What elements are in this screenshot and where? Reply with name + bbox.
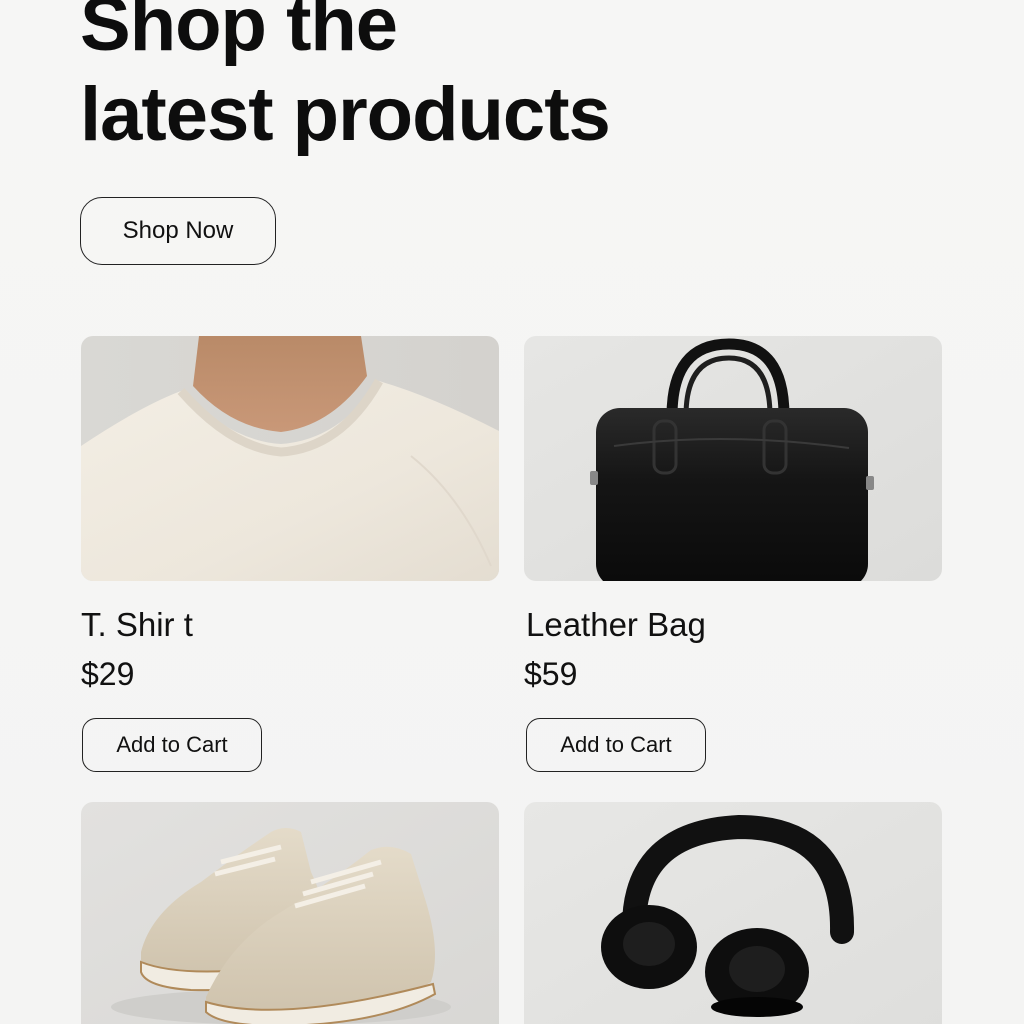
page-title-line-2: latest products [80, 72, 611, 157]
headphones-image[interactable] [524, 802, 942, 1024]
add-to-cart-button[interactable]: Add to Cart [82, 718, 262, 772]
product-name: Leather Bag [526, 606, 706, 643]
leather-bag-image[interactable] [524, 336, 942, 581]
add-to-cart-button[interactable]: Add to Cart [526, 718, 706, 772]
product-name: T. Shir t [81, 606, 193, 643]
page-title: Shop the latest products [80, 0, 611, 160]
product-price: $59 [524, 656, 578, 692]
product-price: $29 [81, 656, 135, 692]
shop-now-button[interactable]: Shop Now [80, 197, 276, 265]
page-title-line-1: Shop the [80, 0, 398, 67]
t-shirt-image[interactable] [81, 336, 499, 581]
sneakers-image[interactable] [81, 802, 499, 1024]
product-page: Shop the latest products Shop Now T. Shi… [0, 0, 1024, 1024]
